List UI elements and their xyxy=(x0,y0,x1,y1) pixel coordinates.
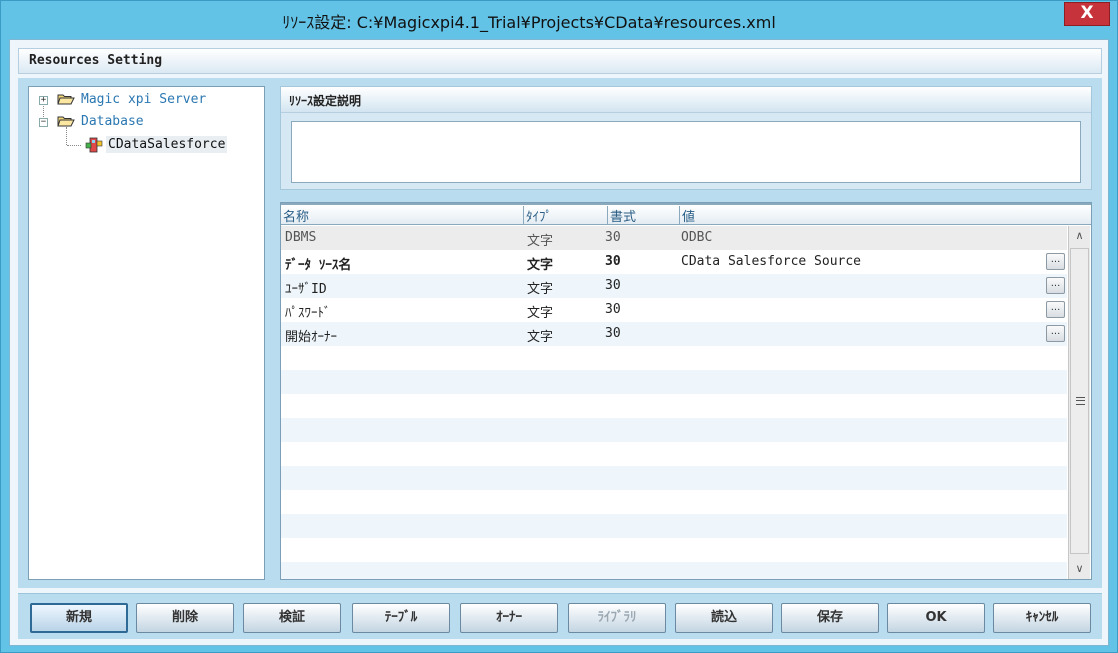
grip-icon xyxy=(1076,397,1085,405)
database-resource-icon xyxy=(85,137,103,153)
column-header-name[interactable]: 名称 xyxy=(281,206,523,225)
vertical-scrollbar[interactable]: ∧ ∨ xyxy=(1068,226,1090,579)
empty-row xyxy=(281,442,1067,466)
cell-type: 文字 xyxy=(527,234,554,249)
column-header-format[interactable]: 書式 xyxy=(607,206,679,225)
ok-button[interactable]: OK xyxy=(887,603,985,633)
new-button[interactable]: 新規 xyxy=(30,603,128,633)
empty-row xyxy=(281,466,1067,490)
empty-row xyxy=(281,490,1067,514)
empty-row xyxy=(281,514,1067,538)
save-button[interactable]: 保存 xyxy=(781,603,879,633)
section-header: Resources Setting xyxy=(18,48,1102,74)
resource-properties-grid[interactable]: 名称 ﾀｲﾌﾟ 書式 値 DBMS 文字 30 ODBC ﾃﾞｰﾀ ｿｰｽ名 文… xyxy=(280,202,1092,580)
tree-item-label: Magic xpi Server xyxy=(81,92,207,107)
cell-format: 30 xyxy=(605,230,621,245)
button-bar: 新規 削除 検証 ﾃｰﾌﾞﾙ ｵｰﾅｰ ﾗｲﾌﾞﾗﾘ 読込 保存 OK ｷｬﾝｾ… xyxy=(18,593,1102,639)
resource-tree[interactable]: + Magic xpi Server − Database CDataSales… xyxy=(28,86,265,580)
empty-row xyxy=(281,418,1067,442)
tables-button[interactable]: ﾃｰﾌﾞﾙ xyxy=(352,603,450,633)
cell-name: ﾃﾞｰﾀ ｿｰｽ名 xyxy=(285,258,352,273)
value-browse-button[interactable]: ... xyxy=(1046,301,1065,318)
cell-format: 30 xyxy=(605,302,621,317)
library-button[interactable]: ﾗｲﾌﾞﾗﾘ xyxy=(568,603,666,633)
dialog-client-area: Resources Setting + Magic xpi Server − D… xyxy=(9,39,1109,646)
value-browse-button[interactable]: ... xyxy=(1046,277,1065,294)
collapse-icon[interactable]: − xyxy=(39,118,48,127)
cell-value[interactable]: CData Salesforce Source xyxy=(681,254,861,269)
table-row[interactable]: ﾊﾟｽﾜｰﾄﾞ 文字 30 ... xyxy=(281,298,1067,322)
table-row[interactable]: ﾃﾞｰﾀ ｿｰｽ名 文字 30 CData Salesforce Source … xyxy=(281,250,1067,274)
tree-item-magic-xpi-server[interactable]: + Magic xpi Server xyxy=(37,91,257,109)
column-header-type[interactable]: ﾀｲﾌﾟ xyxy=(523,206,607,225)
section-title: Resources Setting xyxy=(29,53,163,68)
empty-row xyxy=(281,562,1067,579)
value-browse-button[interactable]: ... xyxy=(1046,253,1065,270)
cell-format: 30 xyxy=(605,254,621,269)
resource-description-panel: ﾘｿｰｽ設定説明 xyxy=(280,86,1092,190)
scroll-up-icon[interactable]: ∧ xyxy=(1069,226,1090,246)
folder-open-icon xyxy=(57,94,75,105)
cell-format: 30 xyxy=(605,278,621,293)
table-row[interactable]: ﾕｰｻﾞID 文字 30 ... xyxy=(281,274,1067,298)
owner-button[interactable]: ｵｰﾅｰ xyxy=(460,603,558,633)
cell-name: DBMS xyxy=(285,230,317,245)
expand-icon[interactable]: + xyxy=(39,96,48,105)
tree-item-database[interactable]: − Database xyxy=(37,113,257,131)
load-button[interactable]: 読込 xyxy=(675,603,773,633)
column-header-value[interactable]: 値 xyxy=(679,206,1089,225)
title-bar[interactable]: ﾘｿｰｽ設定: C:¥Magicxpi4.1_Trial¥Projects¥CD… xyxy=(1,1,1117,39)
cell-name: 開始ｵｰﾅｰ xyxy=(285,330,338,345)
cell-type: 文字 xyxy=(527,258,554,273)
validate-button[interactable]: 検証 xyxy=(243,603,341,633)
cell-format: 30 xyxy=(605,326,621,341)
delete-button[interactable]: 削除 xyxy=(136,603,234,633)
close-button[interactable]: X xyxy=(1064,2,1110,26)
folder-open-icon xyxy=(57,116,75,127)
tree-item-label: CDataSalesforce xyxy=(106,136,228,153)
scroll-thumb[interactable] xyxy=(1070,248,1089,554)
cell-value[interactable]: ODBC xyxy=(681,230,712,245)
table-row[interactable]: 開始ｵｰﾅｰ 文字 30 ... xyxy=(281,322,1067,346)
window-title: ﾘｿｰｽ設定: C:¥Magicxpi4.1_Trial¥Projects¥CD… xyxy=(282,13,776,32)
resource-settings-window: ﾘｿｰｽ設定: C:¥Magicxpi4.1_Trial¥Projects¥CD… xyxy=(0,0,1118,653)
value-browse-button[interactable]: ... xyxy=(1046,325,1065,342)
tree-item-cdatasalesforce[interactable]: CDataSalesforce xyxy=(29,136,259,154)
description-text-area[interactable] xyxy=(291,121,1081,183)
cell-type: 文字 xyxy=(527,306,554,321)
empty-row xyxy=(281,370,1067,394)
table-row[interactable]: DBMS 文字 30 ODBC xyxy=(281,226,1067,250)
description-header: ﾘｿｰｽ設定説明 xyxy=(281,87,1091,113)
cell-name: ﾊﾟｽﾜｰﾄﾞ xyxy=(285,306,331,321)
description-title: ﾘｿｰｽ設定説明 xyxy=(289,94,362,108)
cell-type: 文字 xyxy=(527,282,554,297)
empty-row xyxy=(281,538,1067,562)
grid-body: DBMS 文字 30 ODBC ﾃﾞｰﾀ ｿｰｽ名 文字 30 CData Sa… xyxy=(281,226,1067,579)
tree-item-label: Database xyxy=(81,114,144,129)
cell-name: ﾕｰｻﾞID xyxy=(285,282,327,297)
scroll-down-icon[interactable]: ∨ xyxy=(1069,559,1090,579)
grid-header: 名称 ﾀｲﾌﾟ 書式 値 xyxy=(281,203,1091,225)
cell-type: 文字 xyxy=(527,330,554,345)
cancel-button[interactable]: ｷｬﾝｾﾙ xyxy=(993,603,1091,633)
empty-row xyxy=(281,394,1067,418)
empty-row xyxy=(281,346,1067,370)
